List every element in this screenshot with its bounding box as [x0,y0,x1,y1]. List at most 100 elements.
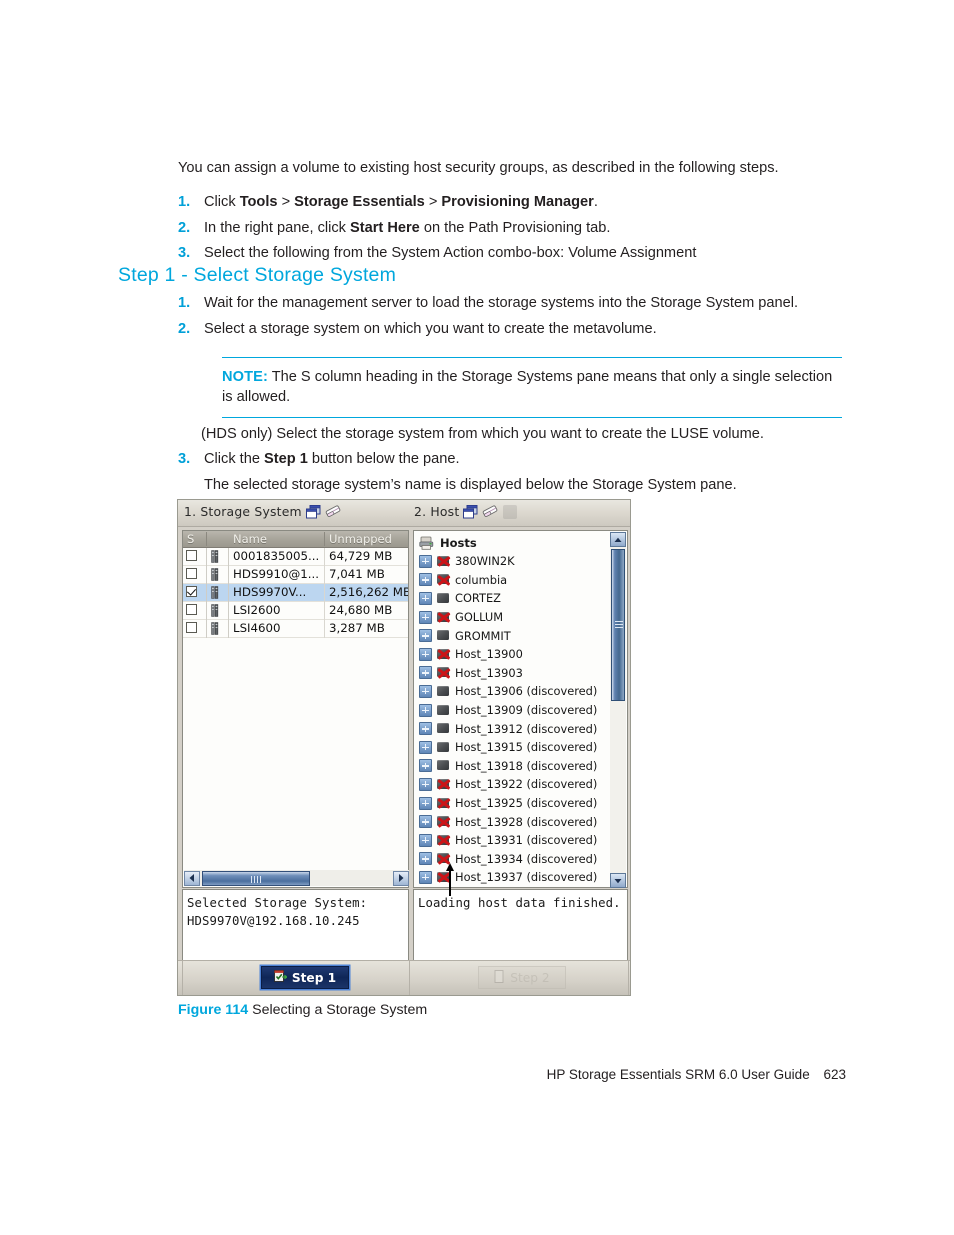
expand-node-icon[interactable] [419,833,432,847]
host-error-icon [436,834,451,847]
host-tree-root[interactable]: Hosts [417,534,609,552]
row-checkbox[interactable] [186,567,197,579]
host-tree-node[interactable]: Host_13903 [417,664,609,683]
host-node-label: Host_13906 (discovered) [455,684,598,699]
scroll-left-icon[interactable] [184,870,200,886]
host-tree-node[interactable]: Host_13915 (discovered) [417,738,609,757]
host-icon [436,759,451,772]
column-header-name[interactable]: Name [229,532,325,546]
horizontal-scrollbar[interactable] [184,870,409,886]
scroll-right-icon[interactable] [393,870,409,886]
step-1-icon [273,969,288,986]
row-checkbox[interactable] [186,603,197,615]
row-select-cell[interactable] [183,601,207,620]
figure-number: Figure 114 [178,1002,249,1018]
table-row[interactable]: HDS9970V... 2,516,262 MB [183,583,408,602]
hscroll-thumb[interactable] [202,870,310,886]
scroll-down-icon[interactable] [610,873,626,888]
row-checkbox[interactable] [186,549,197,561]
table-row[interactable]: HDS9910@1... 7,041 MB [183,565,408,584]
disabled-tool-icon [503,504,518,519]
row-icon-cell [207,565,229,584]
intro-paragraph: You can assign a volume to existing host… [178,160,779,176]
app-screenshot: 1. Storage System 2. Host S Name Unmappe… [177,499,631,996]
host-tree-node[interactable]: GOLLUM [417,608,609,627]
step-1-button[interactable]: Step 1 [261,966,349,989]
scroll-up-icon[interactable] [610,532,626,547]
host-tree-node[interactable]: Host_13906 (discovered) [417,682,609,701]
host-tree-node[interactable]: Host_13931 (discovered) [417,831,609,850]
expand-node-icon[interactable] [419,554,432,568]
table-row[interactable]: 0001835005... 64,729 MB [183,547,408,566]
eraser-icon[interactable] [325,505,342,518]
host-tree-node[interactable]: GROMMIT [417,626,609,645]
step-2-button[interactable]: Step 2 [478,966,566,989]
expand-node-icon[interactable] [419,852,432,866]
bar-divider [628,961,629,995]
host-icon [436,685,451,698]
expand-node-icon[interactable] [419,647,432,661]
storage-array-icon [211,585,219,599]
expand-node-icon[interactable] [419,870,432,884]
sub-paragraph: The selected storage system’s name is di… [204,476,737,493]
host-pane: Hosts 380WIN2K columbia CORTEZ GOLLUM GROMMI… [413,530,628,888]
list-item: 1. Wait for the management server to loa… [178,291,858,317]
list-text: Select a storage system on which you wan… [204,320,657,337]
storage-system-step-label: 1. Storage System [184,504,302,519]
row-checkbox[interactable] [186,585,197,597]
host-tree-node[interactable]: Host_13922 (discovered) [417,775,609,794]
row-unmapped-cell: 64,729 MB [329,548,393,563]
expand-node-icon[interactable] [419,573,432,587]
vertical-scrollbar[interactable] [610,532,626,888]
column-header-s[interactable]: S [183,532,207,546]
window-restore-icon[interactable] [463,504,478,519]
eraser-icon[interactable] [482,505,499,518]
host-tree-node[interactable]: Host_13912 (discovered) [417,719,609,738]
hscroll-grip [251,875,261,883]
row-select-cell[interactable] [183,547,207,566]
expand-node-icon[interactable] [419,703,432,717]
host-tree-node[interactable]: CORTEZ [417,589,609,608]
table-row[interactable]: LSI4600 3,287 MB [183,619,408,638]
expand-node-icon[interactable] [419,591,432,605]
expand-node-icon[interactable] [419,666,432,680]
host-tree-node[interactable]: Host_13918 (discovered) [417,757,609,776]
list-number: 1. [178,194,191,210]
hscroll-track[interactable] [200,870,393,886]
host-tree-node[interactable]: Host_13925 (discovered) [417,794,609,813]
hds-paragraph: (HDS only) Select the storage system fro… [201,426,764,442]
expand-node-icon[interactable] [419,740,432,754]
expand-node-icon[interactable] [419,759,432,773]
expand-node-icon[interactable] [419,777,432,791]
row-select-cell[interactable] [183,565,207,584]
row-select-cell[interactable] [183,583,207,602]
selected-storage-system-status: Selected Storage System: HDS9970V@192.16… [182,889,409,961]
host-tree-node[interactable]: Host_13900 [417,645,609,664]
column-header-unmapped[interactable]: Unmapped [325,532,408,546]
host-icon [436,704,451,717]
step-2-icon [494,969,505,986]
expand-node-icon[interactable] [419,796,432,810]
host-node-label: 380WIN2K [455,554,515,569]
storage-array-icon [211,567,219,581]
host-tree-node[interactable]: Host_13928 (discovered) [417,812,609,831]
row-select-cell[interactable] [183,619,207,638]
expand-node-icon[interactable] [419,610,432,624]
expand-node-icon[interactable] [419,684,432,698]
host-tree-node[interactable]: Host_13909 (discovered) [417,701,609,720]
expand-node-icon[interactable] [419,629,432,643]
row-checkbox[interactable] [186,621,197,633]
row-name-cell: LSI2600 [229,601,325,620]
expand-node-icon[interactable] [419,722,432,736]
table-row[interactable]: LSI2600 24,680 MB [183,601,408,620]
host-tree-node[interactable]: 380WIN2K [417,552,609,571]
vscroll-thumb[interactable] [611,549,625,701]
bar-divider [182,961,183,995]
host-tree-node[interactable]: columbia [417,571,609,590]
list-number: 3. [178,451,191,467]
list-text: Click Tools > Storage Essentials > Provi… [204,194,598,210]
vscroll-track[interactable] [610,547,626,873]
window-restore-icon[interactable] [305,504,321,519]
step-2-button-label: Step 2 [510,970,550,985]
expand-node-icon[interactable] [419,815,432,829]
